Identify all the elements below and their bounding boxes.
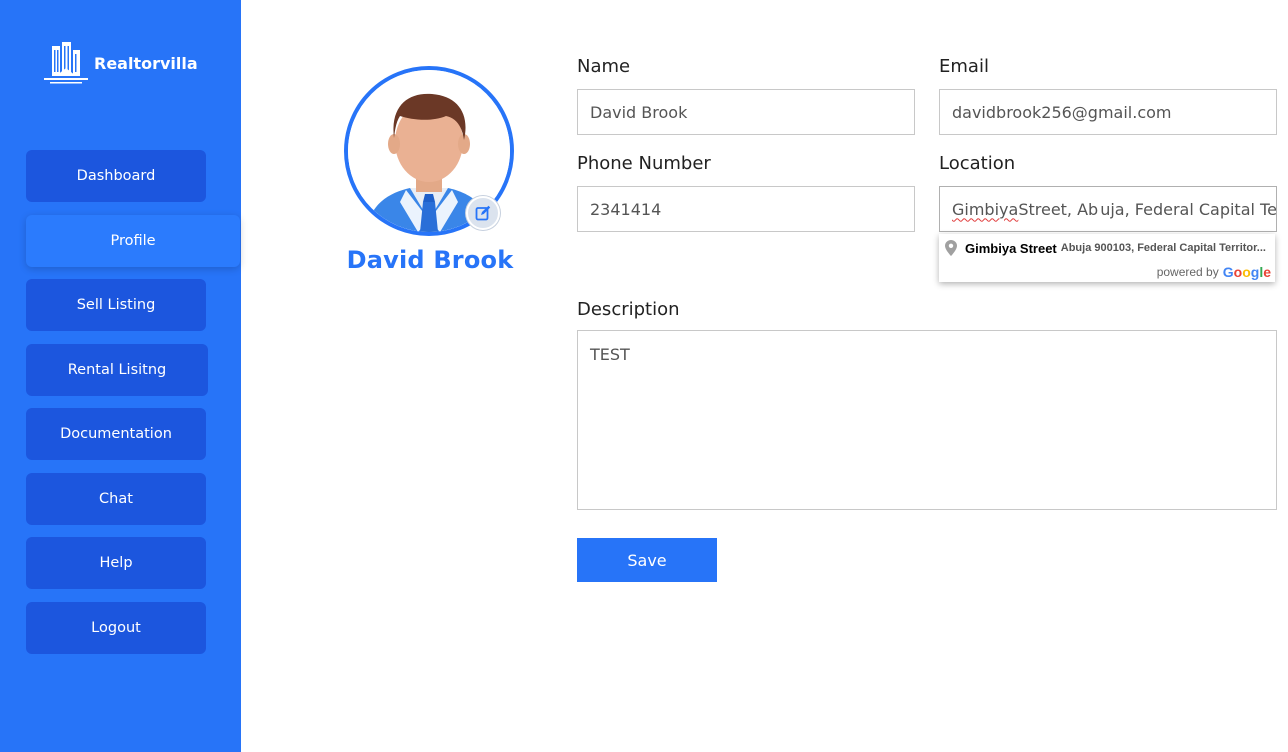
description-label: Description	[577, 299, 680, 320]
sidebar-item-help[interactable]: Help	[26, 537, 206, 589]
sidebar-item-label: Documentation	[60, 426, 172, 442]
sidebar-item-label: Sell Listing	[76, 297, 156, 313]
sidebar-item-profile[interactable]: Profile	[26, 215, 240, 267]
suggestion-secondary-text: Abuja 900103, Federal Capital Territor..…	[1060, 242, 1266, 254]
sidebar-item-logout[interactable]: Logout	[26, 602, 206, 654]
location-value-misspelled: Gimbiya	[952, 199, 1019, 219]
location-label: Location	[939, 153, 1016, 174]
save-button[interactable]: Save	[577, 538, 717, 582]
sidebar-item-label: Help	[99, 555, 133, 571]
sidebar-item-sell-listing[interactable]: Sell Listing	[26, 279, 206, 331]
name-label: Name	[577, 56, 631, 77]
map-pin-icon	[945, 240, 957, 256]
phone-label: Phone Number	[577, 153, 711, 174]
name-field[interactable]: David Brook	[577, 89, 915, 135]
sidebar-item-rental-listing[interactable]: Rental Lisitng	[26, 344, 208, 396]
sidebar-item-dashboard[interactable]: Dashboard	[26, 150, 206, 202]
description-textarea[interactable]: TEST	[577, 330, 1277, 510]
sidebar-item-label: Logout	[91, 620, 141, 636]
sidebar-item-label: Dashboard	[76, 168, 156, 184]
description-value: TEST	[590, 345, 630, 364]
suggestion-main-text: Gimbiya Street	[965, 240, 1057, 256]
sidebar-item-label: Rental Lisitng	[67, 362, 167, 378]
sidebar-item-label: Chat	[99, 491, 133, 507]
phone-value: 2341414	[590, 199, 662, 219]
email-field[interactable]: davidbrook256@gmail.com	[939, 89, 1277, 135]
sidebar: Realtorvilla Dashboard Profile Sell List…	[0, 0, 241, 752]
building-logo-icon	[44, 42, 88, 84]
location-field[interactable]: Gimbiya Street, Ab uja, Federal Capital T…	[939, 186, 1277, 232]
powered-by-text: powered by	[1156, 265, 1219, 279]
location-value-end: uja, Federal Capital Te	[1100, 199, 1277, 219]
powered-by-google: powered by Google	[1157, 264, 1271, 280]
sidebar-item-chat[interactable]: Chat	[26, 473, 206, 525]
profile-name: David Brook	[346, 246, 514, 274]
sidebar-item-documentation[interactable]: Documentation	[26, 408, 206, 460]
email-value: davidbrook256@gmail.com	[952, 102, 1172, 122]
edit-icon	[475, 205, 491, 221]
location-value-middle: Street, Ab	[1018, 199, 1099, 219]
sidebar-item-label: Profile	[110, 233, 156, 249]
location-autocomplete-dropdown: Gimbiya Street Abuja 900103, Federal Cap…	[939, 234, 1275, 282]
google-logo: Google	[1222, 264, 1271, 280]
brand-name: Realtorvilla	[94, 53, 198, 73]
brand-logo[interactable]: Realtorvilla	[42, 42, 198, 84]
edit-avatar-button[interactable]	[466, 196, 500, 230]
phone-field[interactable]: 2341414	[577, 186, 915, 232]
email-label: Email	[939, 56, 989, 77]
autocomplete-suggestion[interactable]: Gimbiya Street Abuja 900103, Federal Cap…	[945, 240, 1270, 256]
name-value: David Brook	[590, 102, 688, 122]
